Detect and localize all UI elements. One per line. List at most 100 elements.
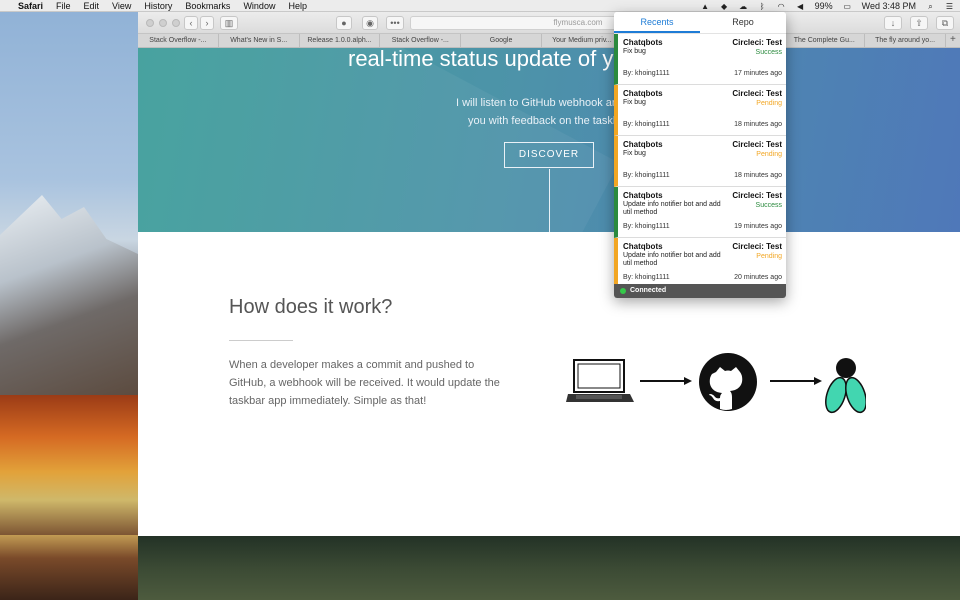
tab[interactable]: What's New in S... <box>219 34 300 47</box>
extension-button[interactable]: ● <box>336 16 352 30</box>
ci-name: Circleci: Test <box>732 89 782 98</box>
repo-name: Chatqbots <box>623 242 663 251</box>
clock[interactable]: Wed 3:48 PM <box>862 1 916 11</box>
timestamp: 19 minutes ago <box>734 223 782 230</box>
popover-tabs: Recents Repo <box>614 12 786 34</box>
minimize-window-button[interactable] <box>159 19 167 27</box>
tab[interactable]: Google <box>461 34 542 47</box>
close-window-button[interactable] <box>146 19 154 27</box>
repo-name: Chatqbots <box>623 191 663 200</box>
menu-extras: ▲ ◆ ☁ ᛒ ◠ ◀ 99% ▭ Wed 3:48 PM ⌕ ☰ <box>701 0 954 12</box>
tab-bar: Stack Overflow -... What's New in S... R… <box>138 34 960 48</box>
window-controls <box>146 19 180 27</box>
list-item[interactable]: Chatqbots Circleci: Test Update info not… <box>614 187 786 238</box>
forward-button[interactable]: › <box>200 16 214 30</box>
tab[interactable]: Stack Overflow -... <box>380 34 462 47</box>
menu-help[interactable]: Help <box>288 1 307 11</box>
tabs-icon: ⧉ <box>941 18 949 28</box>
menu-bookmarks[interactable]: Bookmarks <box>185 1 230 11</box>
more-icon: ••• <box>390 18 400 28</box>
menu-edit[interactable]: Edit <box>84 1 100 11</box>
bluetooth-icon[interactable]: ᛒ <box>758 2 767 11</box>
extension-icon: ● <box>341 18 347 28</box>
wallpaper-forest <box>0 395 140 535</box>
list-item[interactable]: Chatqbots Circleci: Test Fix bug Pending… <box>614 85 786 136</box>
back-button[interactable]: ‹ <box>184 16 198 30</box>
connection-status: Connected <box>614 284 786 298</box>
list-icon[interactable]: ☰ <box>945 2 954 11</box>
menu-window[interactable]: Window <box>243 1 275 11</box>
discover-button[interactable]: DISCOVER <box>504 142 594 168</box>
status-badge: Success <box>755 49 782 56</box>
workflow-diagram <box>566 353 866 414</box>
tab[interactable]: Stack Overflow -... <box>138 34 219 47</box>
tab[interactable]: Release 1.0.0.alph... <box>300 34 381 47</box>
timestamp: 20 minutes ago <box>734 274 782 281</box>
timestamp: 17 minutes ago <box>734 70 782 77</box>
section-text: When a developer makes a commit and push… <box>229 359 500 407</box>
list-item[interactable]: Chatqbots Circleci: Test Fix bug Pending… <box>614 136 786 187</box>
list-item[interactable]: Chatqbots Circleci: Test Fix bug Success… <box>614 34 786 85</box>
menu-history[interactable]: History <box>144 1 172 11</box>
new-tab-button[interactable]: + <box>946 34 960 47</box>
hero-connector-line <box>549 169 550 232</box>
tabs-overview-button[interactable]: ⧉ <box>936 16 954 30</box>
build-list: Chatqbots Circleci: Test Fix bug Success… <box>614 34 786 284</box>
ci-name: Circleci: Test <box>732 242 782 251</box>
hero-decoration <box>138 48 620 232</box>
share-icon: ⇧ <box>915 18 923 28</box>
timestamp: 18 minutes ago <box>734 121 782 128</box>
arrow-right-icon <box>770 377 822 385</box>
chevron-left-icon: ‹ <box>189 18 193 28</box>
dropbox-icon[interactable]: ◆ <box>720 2 729 11</box>
section-divider <box>229 340 293 341</box>
author: By: khoing1111 <box>623 223 670 230</box>
status-badge: Success <box>755 202 782 209</box>
sidebar-button[interactable]: ▥ <box>220 16 238 30</box>
cloud-icon[interactable]: ☁ <box>739 2 748 11</box>
commit-message: Update info notifier bot and add util me… <box>623 252 721 267</box>
more-button[interactable]: ••• <box>386 16 404 30</box>
wifi-icon[interactable]: ◠ <box>777 2 786 11</box>
tab-recents[interactable]: Recents <box>614 12 700 33</box>
ci-name: Circleci: Test <box>732 191 782 200</box>
commit-message: Fix bug <box>623 99 646 106</box>
share-button[interactable]: ⇧ <box>910 16 928 30</box>
menu-app-name[interactable]: Safari <box>18 1 43 11</box>
tab-repo[interactable]: Repo <box>700 12 786 33</box>
author: By: khoing1111 <box>623 172 670 179</box>
battery-percent[interactable]: 99% <box>815 1 833 11</box>
battery-icon[interactable]: ▭ <box>843 2 852 11</box>
commit-message: Fix bug <box>623 150 646 157</box>
hero-section: real-time status update of yo I will lis… <box>138 48 960 232</box>
page-footer-band <box>138 536 960 600</box>
status-dot-icon <box>620 288 626 294</box>
status-badge: Pending <box>756 151 782 158</box>
arrow-right-icon <box>640 377 692 385</box>
browser-toolbar: ‹ › ▥ ● ◉ ••• flymusca.com ↓ ⇧ ⧉ <box>138 12 960 34</box>
author: By: khoing1111 <box>623 70 670 77</box>
sidebar-icon: ▥ <box>224 18 234 28</box>
list-item[interactable]: Chatqbots Circleci: Test Update info not… <box>614 238 786 284</box>
tab[interactable]: Your Medium priv... <box>542 34 623 47</box>
author: By: khoing1111 <box>623 274 670 281</box>
volume-icon[interactable]: ◀ <box>796 2 805 11</box>
tab[interactable]: The Complete Gu... <box>784 34 866 47</box>
downloads-button[interactable]: ↓ <box>884 16 902 30</box>
menubar-popover: Recents Repo Chatqbots Circleci: Test Fi… <box>614 12 786 298</box>
timestamp: 18 minutes ago <box>734 172 782 179</box>
wallpaper-mountain <box>0 195 140 395</box>
search-icon[interactable]: ⌕ <box>926 2 935 11</box>
commit-message: Update info notifier bot and add util me… <box>623 201 721 216</box>
how-it-works-section: How does it work? When a developer makes… <box>138 232 960 536</box>
menu-file[interactable]: File <box>56 1 71 11</box>
github-icon <box>699 353 757 411</box>
connection-label: Connected <box>630 287 667 294</box>
zoom-window-button[interactable] <box>172 19 180 27</box>
fly-icon[interactable]: ▲ <box>701 2 710 11</box>
menu-view[interactable]: View <box>112 1 131 11</box>
tab[interactable]: The fly around yo... <box>865 34 946 47</box>
grammarly-button[interactable]: ◉ <box>362 16 378 30</box>
status-badge: Pending <box>756 253 782 260</box>
section-title: How does it work? <box>229 296 393 318</box>
